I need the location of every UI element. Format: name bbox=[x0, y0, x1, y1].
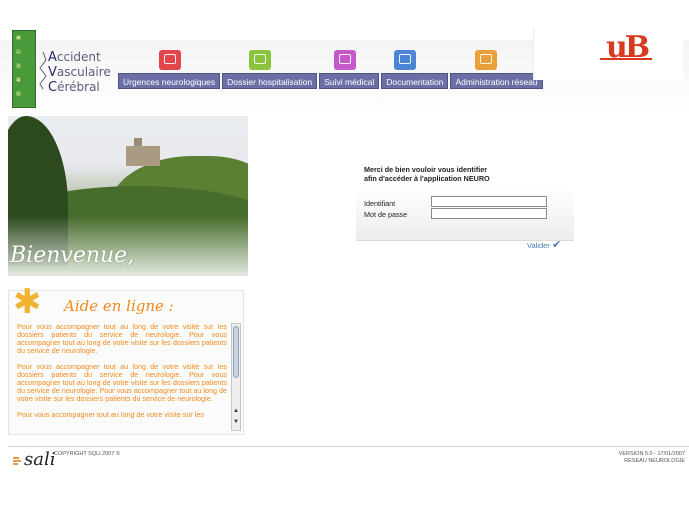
brain-emblem-icon bbox=[39, 51, 47, 90]
help-scrollbar[interactable]: ▲ ▼ bbox=[231, 323, 241, 431]
help-panel: ✱ Aide en ligne : Pour vous accompagner … bbox=[8, 285, 244, 435]
nav-tab[interactable]: Suivi médical bbox=[319, 50, 380, 89]
help-paragraph: Pour vous accompagner tout au long de vo… bbox=[17, 410, 204, 419]
app-logo-text: Accident Vasculaire Cérébral bbox=[48, 50, 111, 95]
footer-divider bbox=[8, 446, 689, 447]
nav-tab[interactable]: Urgences neurologiques bbox=[118, 50, 221, 89]
username-input[interactable] bbox=[431, 196, 547, 207]
scrollbar-thumb[interactable] bbox=[233, 326, 239, 378]
star-icon: ✱ bbox=[13, 283, 42, 321]
chart-icon[interactable] bbox=[334, 50, 357, 70]
username-label: Identifiant bbox=[364, 199, 396, 208]
help-paragraph: Pour vous accompagner tout au long de vo… bbox=[17, 323, 227, 355]
scroll-down-arrow-icon[interactable]: ▼ bbox=[232, 419, 240, 425]
password-input[interactable] bbox=[431, 208, 547, 219]
welcome-text: Bienvenue, bbox=[10, 243, 135, 268]
ub-logo: uB bbox=[533, 28, 683, 80]
submit-button[interactable]: Valider bbox=[527, 241, 550, 250]
bed-icon[interactable] bbox=[249, 50, 272, 70]
sali-logo: sali bbox=[24, 449, 56, 470]
main-nav: Urgences neurologiques Dossier hospitalis… bbox=[118, 50, 543, 89]
sali-swirl-icon bbox=[13, 457, 21, 465]
nav-tab[interactable]: Administration réseau bbox=[450, 50, 543, 89]
help-text: Pour vous accompagner tout au long de vo… bbox=[17, 323, 227, 431]
document-icon[interactable] bbox=[394, 50, 417, 70]
password-label: Mot de passe bbox=[364, 210, 408, 219]
nav-tab[interactable]: Dossier hospitalisation bbox=[222, 50, 318, 89]
login-intro: Merci de bien vouloir vous identifier af… bbox=[364, 165, 490, 183]
warning-icon[interactable] bbox=[159, 50, 181, 70]
version-info: VERSION 5.0 - 17/01/2007 RESEAU NEUROLOG… bbox=[618, 451, 685, 464]
help-title: Aide en ligne : bbox=[64, 297, 174, 315]
login-form: Identifiant Mot de passe bbox=[356, 188, 574, 241]
scroll-up-arrow-icon[interactable]: ▲ bbox=[232, 408, 240, 414]
copyright: COPYRIGHT SQLI 2007 © bbox=[54, 451, 121, 457]
check-icon[interactable]: ✔ bbox=[552, 238, 561, 251]
university-strip-logo: ▣ ▤ ▥ ▦ ▧ bbox=[12, 30, 36, 108]
nav-tab[interactable]: Documentation bbox=[381, 50, 449, 89]
folder-icon[interactable] bbox=[475, 50, 498, 70]
help-paragraph: Pour vous accompagner tout au long de vo… bbox=[17, 362, 227, 403]
